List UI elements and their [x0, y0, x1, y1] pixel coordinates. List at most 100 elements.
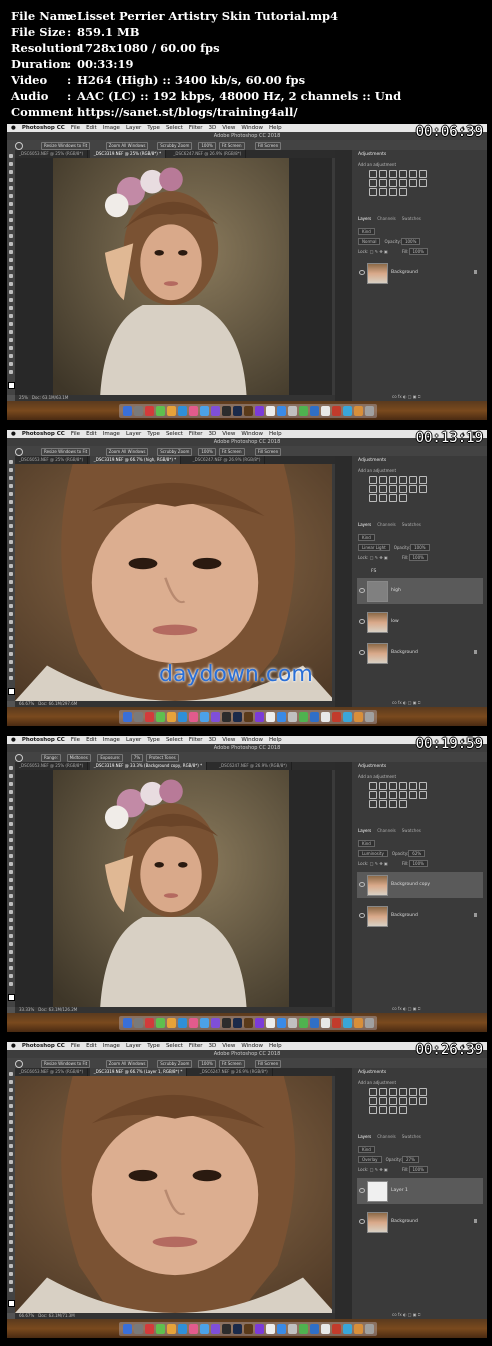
tool-icon[interactable]	[9, 1168, 13, 1172]
dock-app-icon[interactable]	[156, 1324, 165, 1334]
adjustment-icon[interactable]	[399, 1106, 407, 1114]
option-button[interactable]: Fit Screen	[218, 1060, 245, 1068]
tab-layers[interactable]: Layers	[358, 1134, 371, 1139]
zoom-tool-icon[interactable]	[15, 142, 23, 150]
menu-item-file[interactable]: File	[71, 1043, 80, 1049]
tool-icon[interactable]	[9, 508, 13, 512]
layer-row[interactable]: Background	[357, 1209, 483, 1235]
dock-app-icon[interactable]	[134, 406, 143, 416]
menu-item-type[interactable]: Type	[147, 1043, 160, 1049]
dock-app-icon[interactable]	[156, 712, 165, 722]
tool-icon[interactable]	[9, 934, 13, 938]
adjustment-icon[interactable]	[399, 800, 407, 808]
dock-app-icon[interactable]	[288, 712, 297, 722]
zoom-level[interactable]: 33.33%	[19, 1007, 34, 1012]
menu-item-layer[interactable]: Layer	[126, 431, 141, 437]
foreground-color-swatch[interactable]	[8, 994, 15, 1001]
adjustment-icon[interactable]	[379, 1088, 387, 1096]
visibility-eye-icon[interactable]	[359, 1219, 365, 1224]
tool-icon[interactable]	[9, 290, 13, 294]
tool-icon[interactable]	[9, 1224, 13, 1228]
dock-app-icon[interactable]	[211, 1324, 220, 1334]
adjustment-icon[interactable]	[389, 494, 397, 502]
menu-item-filter[interactable]: Filter	[189, 1043, 203, 1049]
option-button[interactable]: Zoom All Windows	[105, 142, 149, 150]
dock-app-icon[interactable]	[365, 1324, 374, 1334]
dock-app-icon[interactable]	[189, 712, 198, 722]
option-button[interactable]: Fill Screen	[254, 142, 282, 150]
tool-icon[interactable]	[9, 982, 13, 986]
tool-icon[interactable]	[9, 274, 13, 278]
tool-icon[interactable]	[9, 668, 13, 672]
option-button[interactable]: Scrubby Zoom	[157, 1060, 193, 1068]
apple-icon[interactable]: ●	[11, 737, 16, 743]
opacity-input[interactable]: 100%	[410, 544, 430, 551]
adjustment-icon[interactable]	[419, 791, 427, 799]
option-button[interactable]: Fill Screen	[254, 448, 282, 456]
lock-icons[interactable]: □ ✎ ✥ ▣	[368, 555, 401, 560]
document-tab[interactable]: _DSC6053.NEF @ 25% (RGB/8*)	[15, 150, 89, 158]
tool-icon[interactable]	[9, 854, 13, 858]
zoom-level[interactable]: 66.67%	[19, 701, 34, 706]
tool-icon[interactable]	[9, 330, 13, 334]
dock-app-icon[interactable]	[321, 1324, 330, 1334]
adjustment-icon[interactable]	[409, 782, 417, 790]
menu-item-image[interactable]: Image	[103, 431, 120, 437]
document-tab[interactable]: _DSC3319.NEF @ 25% (RGB/8*) *	[89, 150, 167, 158]
tool-icon[interactable]	[9, 266, 13, 270]
dock-app-icon[interactable]	[343, 1324, 352, 1334]
foreground-color-swatch[interactable]	[8, 382, 15, 389]
menu-item-image[interactable]: Image	[103, 125, 120, 131]
tool-icon[interactable]	[9, 572, 13, 576]
dock-app-icon[interactable]	[288, 406, 297, 416]
foreground-color-swatch[interactable]	[8, 1300, 15, 1307]
menu-item-3d[interactable]: 3D	[209, 125, 217, 131]
adjustment-icon[interactable]	[389, 1097, 397, 1105]
dock-app-icon[interactable]	[156, 1018, 165, 1028]
tool-icon[interactable]	[9, 1152, 13, 1156]
adjustment-icon[interactable]	[379, 170, 387, 178]
dock-app-icon[interactable]	[145, 1018, 154, 1028]
tool-icon[interactable]	[9, 242, 13, 246]
adjustment-icon[interactable]	[369, 1097, 377, 1105]
fill-input[interactable]: 100%	[408, 860, 428, 867]
adjustment-icon[interactable]	[399, 485, 407, 493]
menu-app-name[interactable]: Photoshop CC	[22, 125, 65, 131]
option-button[interactable]: 100%	[198, 142, 216, 150]
lock-icons[interactable]: □ ✎ ✥ ▣	[368, 249, 401, 254]
opacity-input[interactable]: 100%	[400, 238, 421, 245]
menu-item-select[interactable]: Select	[166, 125, 183, 131]
tool-icon[interactable]	[9, 774, 13, 778]
dock-app-icon[interactable]	[233, 712, 242, 722]
option-button[interactable]: Protect Tones	[146, 754, 179, 762]
tool-icon[interactable]	[9, 894, 13, 898]
tool-icon[interactable]	[9, 484, 13, 488]
layer-row[interactable]: low	[357, 609, 483, 635]
tool-icon[interactable]	[9, 178, 13, 182]
dock-app-icon[interactable]	[365, 1018, 374, 1028]
tool-icon[interactable]	[9, 798, 13, 802]
tool-icon[interactable]	[9, 362, 13, 366]
dock-app-icon[interactable]	[321, 712, 330, 722]
dock-app-icon[interactable]	[299, 712, 308, 722]
adjustment-icon[interactable]	[389, 791, 397, 799]
option-button[interactable]: Resize Windows to Fit	[41, 1060, 91, 1068]
document-tab[interactable]: _DSC3319.NEF @ 66.7% (Layer 1, RGB/8*) *	[89, 1068, 188, 1076]
adjustments-panel-title[interactable]: Adjustments	[358, 152, 386, 157]
tool-icon[interactable]	[9, 942, 13, 946]
adjustment-icon[interactable]	[389, 1106, 397, 1114]
tool-icon[interactable]	[9, 588, 13, 592]
adjustment-icon[interactable]	[399, 791, 407, 799]
tool-icon[interactable]	[9, 918, 13, 922]
option-button[interactable]: Fit Screen	[218, 142, 245, 150]
lock-icons[interactable]: □ ✎ ✥ ▣	[368, 861, 401, 866]
zoom-tool-icon[interactable]	[15, 448, 23, 456]
dock-app-icon[interactable]	[310, 712, 319, 722]
tool-icon[interactable]	[9, 628, 13, 632]
adjustment-icon[interactable]	[379, 494, 387, 502]
tab-layers[interactable]: Layers	[358, 522, 371, 527]
dock-app-icon[interactable]	[332, 406, 341, 416]
menu-item-help[interactable]: Help	[269, 737, 282, 743]
option-button[interactable]: Scrubby Zoom	[157, 448, 193, 456]
dock-app-icon[interactable]	[145, 406, 154, 416]
